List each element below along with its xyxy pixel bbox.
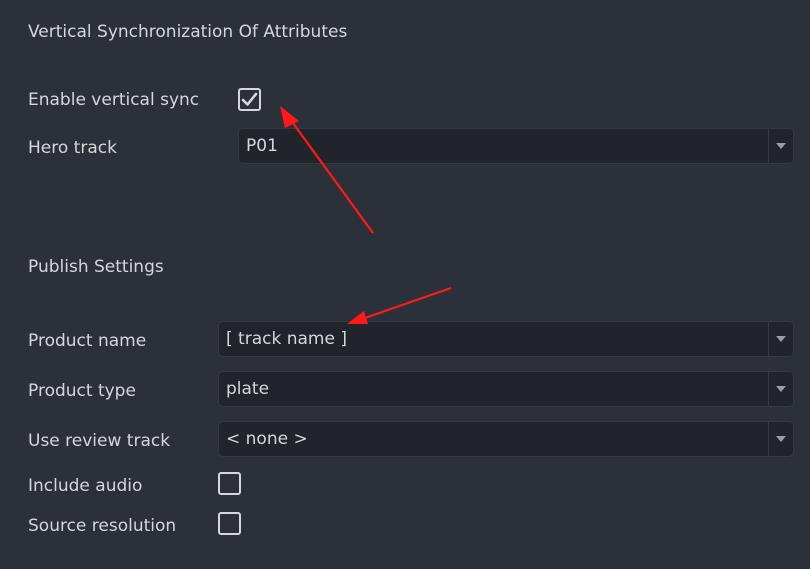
hero-track-label: Hero track — [28, 138, 117, 158]
product-name-label: Product name — [28, 331, 147, 351]
arrow-shaft — [361, 286, 452, 321]
chevron-down-icon — [776, 336, 786, 342]
enable-vertical-sync-checkbox[interactable] — [238, 88, 261, 111]
review-track-label: Use review track — [28, 431, 171, 451]
product-name-dropdown-button[interactable] — [768, 322, 793, 356]
checkmark-icon — [241, 92, 258, 106]
review-track-dropdown-button[interactable] — [768, 422, 793, 456]
publish-settings-section-title: Publish Settings — [28, 257, 164, 277]
product-type-dropdown[interactable]: plate — [218, 371, 794, 407]
product-type-label: Product type — [28, 381, 136, 401]
review-track-dropdown[interactable]: < none > — [218, 421, 794, 457]
arrow-annotation-product-name — [347, 286, 452, 324]
vertical-sync-section-title: Vertical Synchronization Of Attributes — [28, 22, 348, 42]
chevron-down-icon — [776, 143, 786, 149]
chevron-down-icon — [776, 436, 786, 442]
chevron-down-icon — [776, 386, 786, 392]
source-resolution-label: Source resolution — [28, 516, 177, 536]
product-type-dropdown-button[interactable] — [768, 372, 793, 406]
arrow-head-icon — [280, 106, 299, 128]
source-resolution-checkbox[interactable] — [218, 512, 241, 535]
hero-track-dropdown[interactable]: P01 — [238, 128, 794, 164]
arrow-annotation-vertical-sync — [280, 106, 374, 234]
hero-track-value: P01 — [246, 136, 278, 156]
include-audio-checkbox[interactable] — [218, 472, 241, 495]
product-name-value: [ track name ] — [226, 329, 347, 349]
include-audio-label: Include audio — [28, 476, 143, 496]
review-track-value: < none > — [226, 429, 308, 449]
enable-vertical-sync-label: Enable vertical sync — [28, 90, 200, 110]
product-type-value: plate — [226, 379, 270, 399]
product-name-dropdown[interactable]: [ track name ] — [218, 321, 794, 357]
hero-track-dropdown-button[interactable] — [768, 129, 793, 163]
